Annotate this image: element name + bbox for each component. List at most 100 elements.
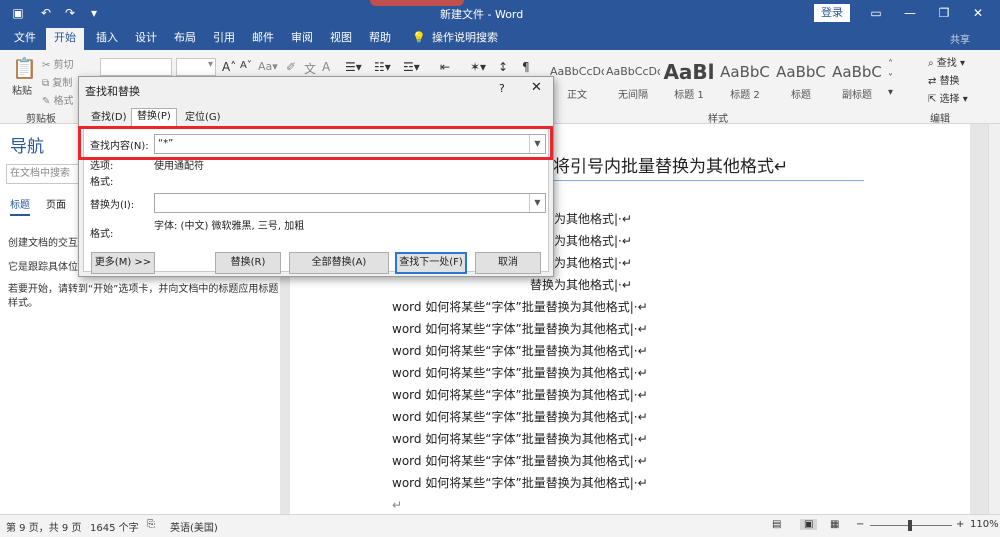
cut-button[interactable]: ✂ 剪切 — [42, 56, 74, 71]
numbering-icon[interactable]: ☷▾ — [374, 60, 391, 74]
web-layout-icon[interactable]: ▦ — [830, 519, 839, 530]
tab-home[interactable]: 开始 — [46, 28, 84, 50]
font-name-dropdown[interactable] — [100, 58, 172, 76]
maximize-icon[interactable]: ❐ — [930, 3, 958, 23]
doc-line-text: word 如何将某些“字体”批量替换为其他格式 — [392, 454, 630, 468]
doc-line: word 如何将某些“字体”批量替换为其他格式|·↵ — [392, 410, 648, 424]
dialog-help-button[interactable]: ? — [499, 82, 505, 95]
status-bar: 第 9 页，共 9 页 1645 个字 ⎘ 英语(美国) ▤ ▣ ▦ − + 1… — [0, 514, 1000, 537]
nav-tab-pages[interactable]: 页面 — [46, 196, 66, 211]
tab-mailings[interactable]: 邮件 — [250, 30, 276, 50]
style-heading-2[interactable]: AaBbC 标题 2 — [718, 58, 772, 104]
ribbon-display-icon[interactable]: ▭ — [862, 3, 890, 23]
style-sample: AaBbC — [776, 63, 826, 81]
styles-scroll-icon[interactable]: ˄ ˅ ▾ — [888, 58, 893, 100]
find-button[interactable]: ⌕ 查找 ▾ — [928, 54, 965, 69]
proofing-icon[interactable]: ⎘ — [147, 519, 155, 530]
zoom-in-icon[interactable]: + — [956, 519, 964, 530]
tab-file[interactable]: 文件 — [12, 30, 38, 50]
clipboard-group-label: 剪贴板 — [26, 114, 56, 125]
word-count[interactable]: 1645 个字 — [90, 519, 139, 534]
paste-label[interactable]: 粘贴 — [12, 82, 32, 97]
undo-icon[interactable]: ↶ — [38, 5, 54, 21]
redo-icon[interactable]: ↷ — [62, 5, 78, 21]
minimize-icon[interactable]: — — [896, 3, 924, 23]
find-next-button[interactable]: 查找下一处(F) — [395, 252, 467, 274]
style-name: 标题 1 — [674, 90, 704, 101]
print-layout-icon[interactable]: ▣ — [800, 519, 818, 530]
change-case-button[interactable]: Aa▾ — [258, 60, 278, 73]
phonetic-icon[interactable]: 文 — [304, 60, 316, 77]
paragraph-mark: ↵ — [392, 498, 403, 512]
paste-icon[interactable]: 📋 — [12, 56, 37, 80]
tab-insert[interactable]: 插入 — [94, 30, 120, 50]
replace-with-input[interactable]: ▼ — [154, 193, 546, 213]
tell-me-search[interactable]: 操作说明搜索 — [430, 30, 500, 50]
replace-button[interactable]: 替换(R) — [215, 252, 281, 274]
zoom-level[interactable]: 110% — [970, 519, 999, 530]
doc-line-text: word 如何将某些“字体”批量替换为其他格式 — [392, 322, 630, 336]
tab-help[interactable]: 帮助 — [367, 30, 393, 50]
vertical-scrollbar[interactable] — [988, 124, 1000, 514]
font-size-dropdown[interactable]: ▾ — [176, 58, 216, 76]
nav-tab-headings[interactable]: 标题 — [10, 196, 30, 216]
bullets-icon[interactable]: ☰▾ — [345, 60, 362, 74]
style-normal[interactable]: AaBbCcDc 正文 — [550, 58, 604, 104]
tab-references[interactable]: 引用 — [211, 30, 237, 50]
style-heading-1[interactable]: AaBl 标题 1 — [662, 58, 716, 104]
more-button[interactable]: 更多(M) >> — [91, 252, 155, 274]
zoom-out-icon[interactable]: − — [856, 519, 864, 530]
login-button[interactable]: 登录 — [814, 4, 850, 22]
multilevel-list-icon[interactable]: ☲▾ — [403, 60, 420, 74]
dialog-close-icon[interactable]: ✕ — [531, 80, 542, 95]
doc-line: word 如何将某些“字体”批量替换为其他格式|·↵ — [392, 300, 648, 314]
style-name: 标题 — [791, 90, 811, 101]
replace-button[interactable]: ⇄ 替换 — [928, 72, 960, 87]
copy-button[interactable]: ⧉ 复制 — [42, 74, 72, 89]
replace-all-button[interactable]: 全部替换(A) — [289, 252, 389, 274]
nav-info-line: 若要开始，请转到“开始”选项卡，并向文档中的标题应用标题 — [8, 284, 279, 295]
sort-icon[interactable]: ↕ — [498, 60, 508, 74]
read-mode-icon[interactable]: ▤ — [772, 519, 781, 530]
style-sample: AaBbC — [720, 63, 770, 81]
tab-review[interactable]: 审阅 — [289, 30, 315, 50]
doc-line-text: word 如何将某些“字体”批量替换为其他格式 — [392, 388, 630, 402]
tab-view[interactable]: 视图 — [328, 30, 354, 50]
chinese-layout-icon[interactable]: ✶▾ — [470, 60, 486, 74]
style-name: 副标题 — [842, 90, 872, 101]
shrink-font-button[interactable]: A˅ — [240, 60, 252, 71]
customize-toolbar-icon[interactable]: ▾ — [86, 5, 102, 21]
style-no-spacing[interactable]: AaBbCcDc 无间隔 — [606, 58, 660, 104]
doc-line: word 如何将某些“字体”批量替换为其他格式|·↵ — [392, 432, 648, 446]
language[interactable]: 英语(美国) — [170, 519, 218, 534]
format-painter-button[interactable]: ✎ 格式 — [42, 92, 74, 107]
doc-line: 替换为其他格式|·↵ — [530, 278, 632, 292]
styles-group-label: 样式 — [708, 114, 728, 125]
tab-design[interactable]: 设计 — [133, 30, 159, 50]
cut-label: 剪切 — [53, 60, 74, 71]
show-marks-icon[interactable]: ¶ — [522, 60, 530, 74]
grow-font-button[interactable]: A˄ — [222, 60, 236, 74]
doc-line: word 如何将某些“字体”批量替换为其他格式|·↵ — [392, 366, 648, 380]
replace-label: 替换 — [939, 76, 960, 87]
close-icon[interactable]: ✕ — [964, 3, 992, 23]
clear-format-icon[interactable]: ✐ — [286, 60, 296, 74]
doc-line-text: 替换为其他格式 — [530, 278, 615, 292]
tab-goto[interactable]: 定位(G) — [183, 110, 223, 127]
save-icon[interactable]: ▣ — [10, 5, 26, 21]
select-button[interactable]: ⇱ 选择 ▾ — [928, 90, 968, 105]
style-title[interactable]: AaBbC 标题 — [774, 58, 828, 104]
indent-icon[interactable]: ⇤ — [440, 60, 450, 74]
char-border-icon[interactable]: A — [322, 60, 330, 74]
style-subtitle[interactable]: AaBbC 副标题 — [830, 58, 884, 104]
tab-replace[interactable]: 替换(P) — [131, 108, 177, 127]
tab-find[interactable]: 查找(D) — [89, 110, 129, 127]
share-button[interactable]: 共享 — [950, 31, 970, 46]
chevron-down-icon[interactable]: ▼ — [529, 194, 545, 212]
page-count[interactable]: 第 9 页，共 9 页 — [6, 519, 81, 534]
nav-info-line: 它是跟踪具体位置 — [8, 262, 88, 273]
zoom-slider-thumb[interactable] — [908, 520, 912, 531]
cancel-button[interactable]: 取消 — [475, 252, 541, 274]
find-label: 查找 — [936, 58, 957, 69]
tab-layout[interactable]: 布局 — [172, 30, 198, 50]
